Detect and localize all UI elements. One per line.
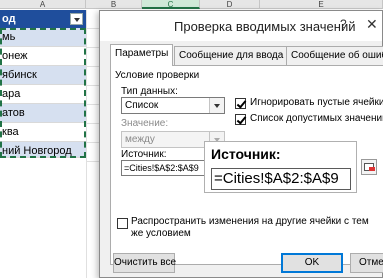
clear-all-button[interactable]: Очистить все: [113, 253, 176, 273]
data-type-value: Список: [125, 100, 159, 111]
range-select-icon[interactable]: [361, 159, 377, 175]
value-label: Значение:: [121, 118, 169, 129]
column-header-a[interactable]: A: [0, 0, 86, 9]
table-row[interactable]: ква: [0, 123, 86, 142]
table-row[interactable]: онеж: [0, 47, 86, 66]
apply-all-checkbox[interactable]: [117, 218, 128, 229]
help-button[interactable]: ?: [340, 17, 347, 31]
ignore-blank-label[interactable]: Игнорировать пустые ячейки: [250, 97, 383, 108]
arrow-glyph: [369, 167, 375, 171]
in-cell-dropdown-label[interactable]: Список допустимых значений: [250, 113, 383, 124]
column-header-c[interactable]: C: [142, 0, 200, 9]
column-header-d[interactable]: D: [200, 0, 260, 9]
cancel-button[interactable]: Отмена: [350, 253, 383, 273]
zoom-source-label: Источник:: [211, 146, 281, 162]
gridline: [86, 10, 87, 278]
filter-dropdown-icon[interactable]: [70, 13, 83, 25]
table-row[interactable]: атов: [0, 104, 86, 123]
ignore-blank-checkbox[interactable]: [235, 98, 246, 109]
in-cell-dropdown-checkbox[interactable]: [235, 114, 246, 125]
dialog-titlebar[interactable]: Проверка вводимых значений ? ✕: [100, 11, 382, 41]
tab-strip: Параметры Сообщение для ввода Сообщение …: [110, 44, 383, 66]
table-row[interactable]: ара: [0, 85, 86, 104]
table-header-cell[interactable]: од: [0, 10, 86, 28]
value-select-value: между: [125, 134, 155, 145]
column-header-e[interactable]: E: [260, 0, 383, 9]
apply-all-label[interactable]: Распространить изменения на другие ячейк…: [131, 216, 371, 240]
source-input[interactable]: =Cities!$A$2:$A$9: [121, 160, 215, 176]
dialog-title: Проверка вводимых значений: [174, 19, 356, 34]
table-row[interactable]: ний Новгород: [0, 142, 86, 158]
table-header-label: од: [2, 13, 16, 25]
source-label: Источник:: [121, 149, 167, 160]
tab-settings[interactable]: Параметры: [110, 44, 174, 66]
tab-input-message[interactable]: Сообщение для ввода: [174, 46, 289, 66]
chevron-down-icon[interactable]: [209, 98, 224, 113]
source-zoom-callout: Источник: =Cities!$A$2:$A$9: [204, 141, 357, 193]
data-type-label: Тип данных:: [121, 86, 178, 97]
ok-button[interactable]: OK: [281, 253, 343, 273]
close-button[interactable]: ✕: [366, 16, 378, 33]
zoom-source-input[interactable]: =Cities!$A$2:$A$9: [211, 168, 351, 190]
table-row[interactable]: ябинск: [0, 66, 86, 85]
tab-error-alert[interactable]: Сообщение об ошибке: [286, 46, 383, 66]
table-row[interactable]: мь: [0, 28, 86, 47]
data-type-select[interactable]: Список: [121, 97, 225, 114]
section-title: Условие проверки: [115, 70, 200, 81]
column-header-b[interactable]: B: [86, 0, 142, 9]
